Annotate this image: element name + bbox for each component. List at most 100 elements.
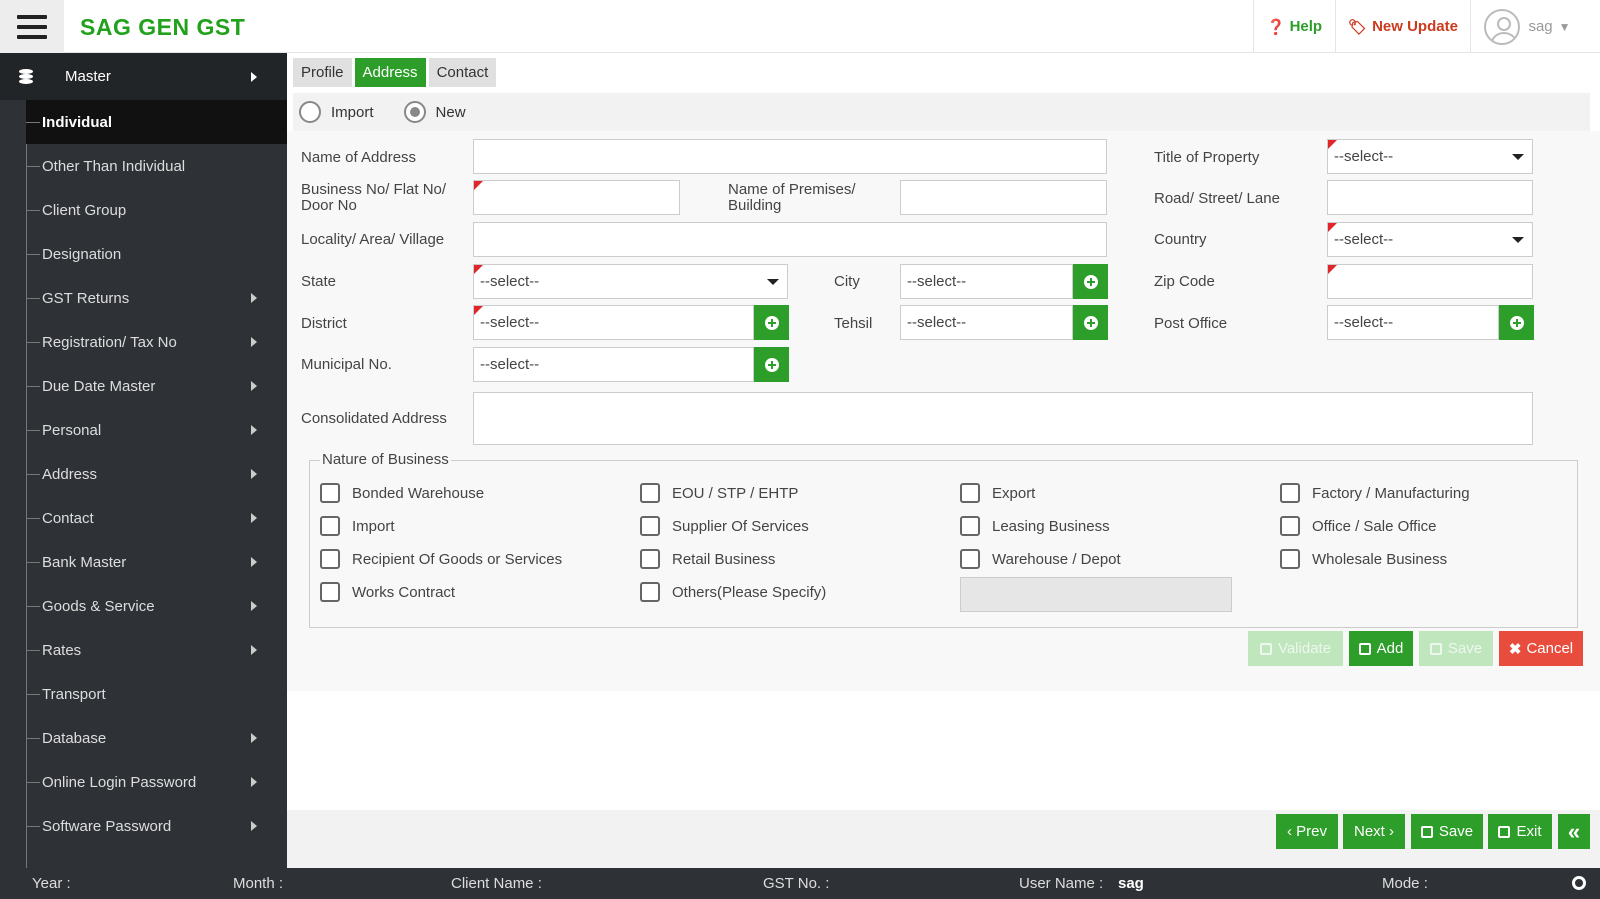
label-city: City: [834, 273, 860, 290]
checkbox-box[interactable]: [960, 549, 980, 569]
cancel-button[interactable]: ✖ Cancel: [1499, 631, 1583, 666]
business-checkbox[interactable]: Import: [320, 516, 395, 536]
sidebar-item[interactable]: Contact: [26, 496, 287, 540]
business-checkbox[interactable]: Wholesale Business: [1280, 549, 1447, 569]
state-select[interactable]: --select--: [473, 264, 788, 299]
checkbox-label: Others(Please Specify): [672, 583, 827, 601]
select-value: --select--: [1334, 314, 1394, 331]
checkbox-label: Works Contract: [352, 583, 456, 601]
checkbox-box[interactable]: [640, 516, 660, 536]
business-checkbox[interactable]: Works Contract: [320, 582, 455, 602]
collapse-icon[interactable]: «: [1558, 814, 1590, 849]
checkbox-box[interactable]: [320, 483, 340, 503]
business-checkbox[interactable]: Bonded Warehouse: [320, 483, 484, 503]
sidebar-item[interactable]: Software Password: [26, 804, 287, 848]
sidebar-item[interactable]: Designation: [26, 232, 287, 276]
checkbox-box[interactable]: [640, 549, 660, 569]
business-checkbox[interactable]: Others(Please Specify): [640, 582, 826, 602]
label-business-no: Business No/ Flat No/Door No: [301, 182, 446, 214]
checkbox-box[interactable]: [320, 582, 340, 602]
business-checkbox[interactable]: Factory / Manufacturing: [1280, 483, 1470, 503]
business-checkbox[interactable]: Office / Sale Office: [1280, 516, 1437, 536]
country-select[interactable]: --select--: [1327, 222, 1533, 257]
sidebar-item[interactable]: Client Group: [26, 188, 287, 232]
sidebar-item[interactable]: Transport: [26, 672, 287, 716]
business-checkbox[interactable]: Export: [960, 483, 1035, 503]
gear-icon[interactable]: [1572, 876, 1586, 890]
radio-new[interactable]: New: [403, 101, 466, 123]
label-tehsil: Tehsil: [834, 315, 873, 332]
add-municipal-button[interactable]: [754, 347, 789, 382]
sidebar-item[interactable]: Database: [26, 716, 287, 760]
add-city-button[interactable]: [1073, 264, 1108, 299]
nav-save-button[interactable]: Save: [1411, 814, 1483, 849]
premises-input[interactable]: [900, 180, 1107, 215]
municipal-select[interactable]: --select--: [473, 347, 754, 382]
business-checkbox[interactable]: Leasing Business: [960, 516, 1110, 536]
checkbox-label: Import: [352, 517, 395, 535]
district-select[interactable]: --select--: [473, 305, 754, 340]
label-road: Road/ Street/ Lane: [1154, 190, 1280, 207]
checkbox-label: Wholesale Business: [1312, 550, 1448, 568]
new-update-link[interactable]: 🏷 New Update: [1335, 0, 1470, 53]
city-select[interactable]: --select--: [900, 264, 1073, 299]
add-tehsil-button[interactable]: [1073, 305, 1108, 340]
sidebar-item[interactable]: Goods & Service: [26, 584, 287, 628]
business-checkbox[interactable]: EOU / STP / EHTP: [640, 483, 798, 503]
add-button[interactable]: Add: [1349, 631, 1413, 666]
business-checkbox[interactable]: Supplier Of Services: [640, 516, 809, 536]
checkbox-box[interactable]: [320, 516, 340, 536]
label-premises-line1: Name of Premises/: [728, 181, 856, 198]
tab-address[interactable]: Address: [354, 58, 426, 87]
sidebar-item[interactable]: Individual: [26, 100, 287, 144]
next-button[interactable]: Next ›: [1343, 814, 1405, 849]
hamburger-menu-icon[interactable]: [0, 0, 64, 53]
sidebar-item[interactable]: Address: [26, 452, 287, 496]
consolidated-address-textarea[interactable]: [473, 392, 1533, 445]
sidebar-item[interactable]: Other Than Individual: [26, 144, 287, 188]
checkbox-box[interactable]: [1280, 483, 1300, 503]
sidebar-item[interactable]: GST Returns: [26, 276, 287, 320]
others-specify-input[interactable]: [960, 577, 1232, 612]
title-of-property-select[interactable]: --select--: [1327, 139, 1533, 174]
prev-button[interactable]: ‹ Prev: [1276, 814, 1338, 849]
validate-button[interactable]: Validate: [1248, 631, 1343, 666]
business-checkbox[interactable]: Warehouse / Depot: [960, 549, 1121, 569]
checkbox-box[interactable]: [1280, 549, 1300, 569]
checkbox-box[interactable]: [320, 549, 340, 569]
add-post-office-button[interactable]: [1499, 305, 1534, 340]
sidebar-item[interactable]: Rates: [26, 628, 287, 672]
add-district-button[interactable]: [754, 305, 789, 340]
tehsil-select[interactable]: --select--: [900, 305, 1073, 340]
user-menu[interactable]: sag ▼: [1470, 0, 1584, 53]
sidebar-item-label: Online Login Password: [42, 773, 197, 791]
sidebar-item[interactable]: Bank Master: [26, 540, 287, 584]
checkbox-box[interactable]: [640, 582, 660, 602]
locality-input[interactable]: [473, 222, 1107, 257]
post-office-select[interactable]: --select--: [1327, 305, 1499, 340]
label-locality: Locality/ Area/ Village: [301, 231, 445, 248]
checkbox-box[interactable]: [1280, 516, 1300, 536]
sidebar-item[interactable]: Personal: [26, 408, 287, 452]
business-checkbox[interactable]: Recipient Of Goods or Services: [320, 549, 562, 569]
sidebar-item-label: Software Password: [42, 817, 172, 835]
name-of-address-input[interactable]: [473, 139, 1107, 174]
business-no-input[interactable]: [473, 180, 680, 215]
checkbox-box[interactable]: [640, 483, 660, 503]
save-button[interactable]: Save: [1419, 631, 1493, 666]
help-link[interactable]: ❓ Help: [1253, 0, 1335, 53]
tab-profile[interactable]: Profile: [293, 58, 352, 87]
exit-button[interactable]: Exit: [1488, 814, 1552, 849]
checkbox-box[interactable]: [960, 483, 980, 503]
sidebar-item[interactable]: Due Date Master: [26, 364, 287, 408]
business-checkbox[interactable]: Retail Business: [640, 549, 775, 569]
tab-contact[interactable]: Contact: [428, 58, 497, 87]
road-input[interactable]: [1327, 180, 1533, 215]
label-name-of-address: Name of Address: [301, 149, 417, 166]
radio-import[interactable]: Import: [299, 101, 374, 123]
sidebar-item[interactable]: Registration/ Tax No: [26, 320, 287, 364]
sidebar-item[interactable]: Online Login Password: [26, 760, 287, 804]
checkbox-box[interactable]: [960, 516, 980, 536]
sidebar-master[interactable]: Master: [0, 53, 287, 100]
zip-code-input[interactable]: [1327, 264, 1533, 299]
